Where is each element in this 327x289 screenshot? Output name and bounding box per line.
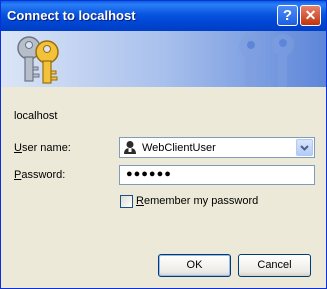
title-bar[interactable]: Connect to localhost ? ✕	[1, 1, 326, 31]
remember-password-label[interactable]: Remember my password	[136, 195, 258, 207]
user-name-combobox[interactable]: WebClientUser	[119, 137, 315, 158]
window-title: Connect to localhost	[7, 8, 136, 23]
close-button[interactable]: ✕	[300, 5, 321, 26]
user-name-label-text: ser name:	[21, 142, 71, 154]
banner-watermark-keys-icon	[239, 34, 294, 87]
host-name: localhost	[14, 110, 58, 122]
user-name-value: WebClientUser	[142, 142, 216, 154]
user-name-label: User name:	[14, 142, 71, 154]
help-button[interactable]: ?	[277, 5, 298, 26]
cancel-button[interactable]: Cancel	[238, 254, 311, 277]
remember-label-text: emember my password	[143, 195, 259, 207]
header-banner	[1, 31, 326, 87]
remember-password-checkbox[interactable]	[120, 195, 133, 208]
user-name-accelerator: U	[14, 142, 22, 154]
password-label-text: assword:	[21, 169, 66, 181]
ok-button[interactable]: OK	[158, 254, 231, 277]
password-label: Password:	[14, 169, 65, 181]
keys-icon	[17, 36, 59, 84]
user-icon	[124, 141, 136, 154]
dropdown-button[interactable]	[296, 139, 313, 156]
password-mask: ●●●●●●	[126, 168, 172, 180]
connect-dialog: Connect to localhost ? ✕ localhost User …	[0, 0, 327, 289]
dialog-body: localhost User name: WebClientUser Passw…	[1, 87, 326, 288]
chevron-down-icon	[300, 145, 309, 151]
remember-accelerator: R	[136, 195, 144, 207]
password-field[interactable]: ●●●●●●	[119, 165, 315, 185]
